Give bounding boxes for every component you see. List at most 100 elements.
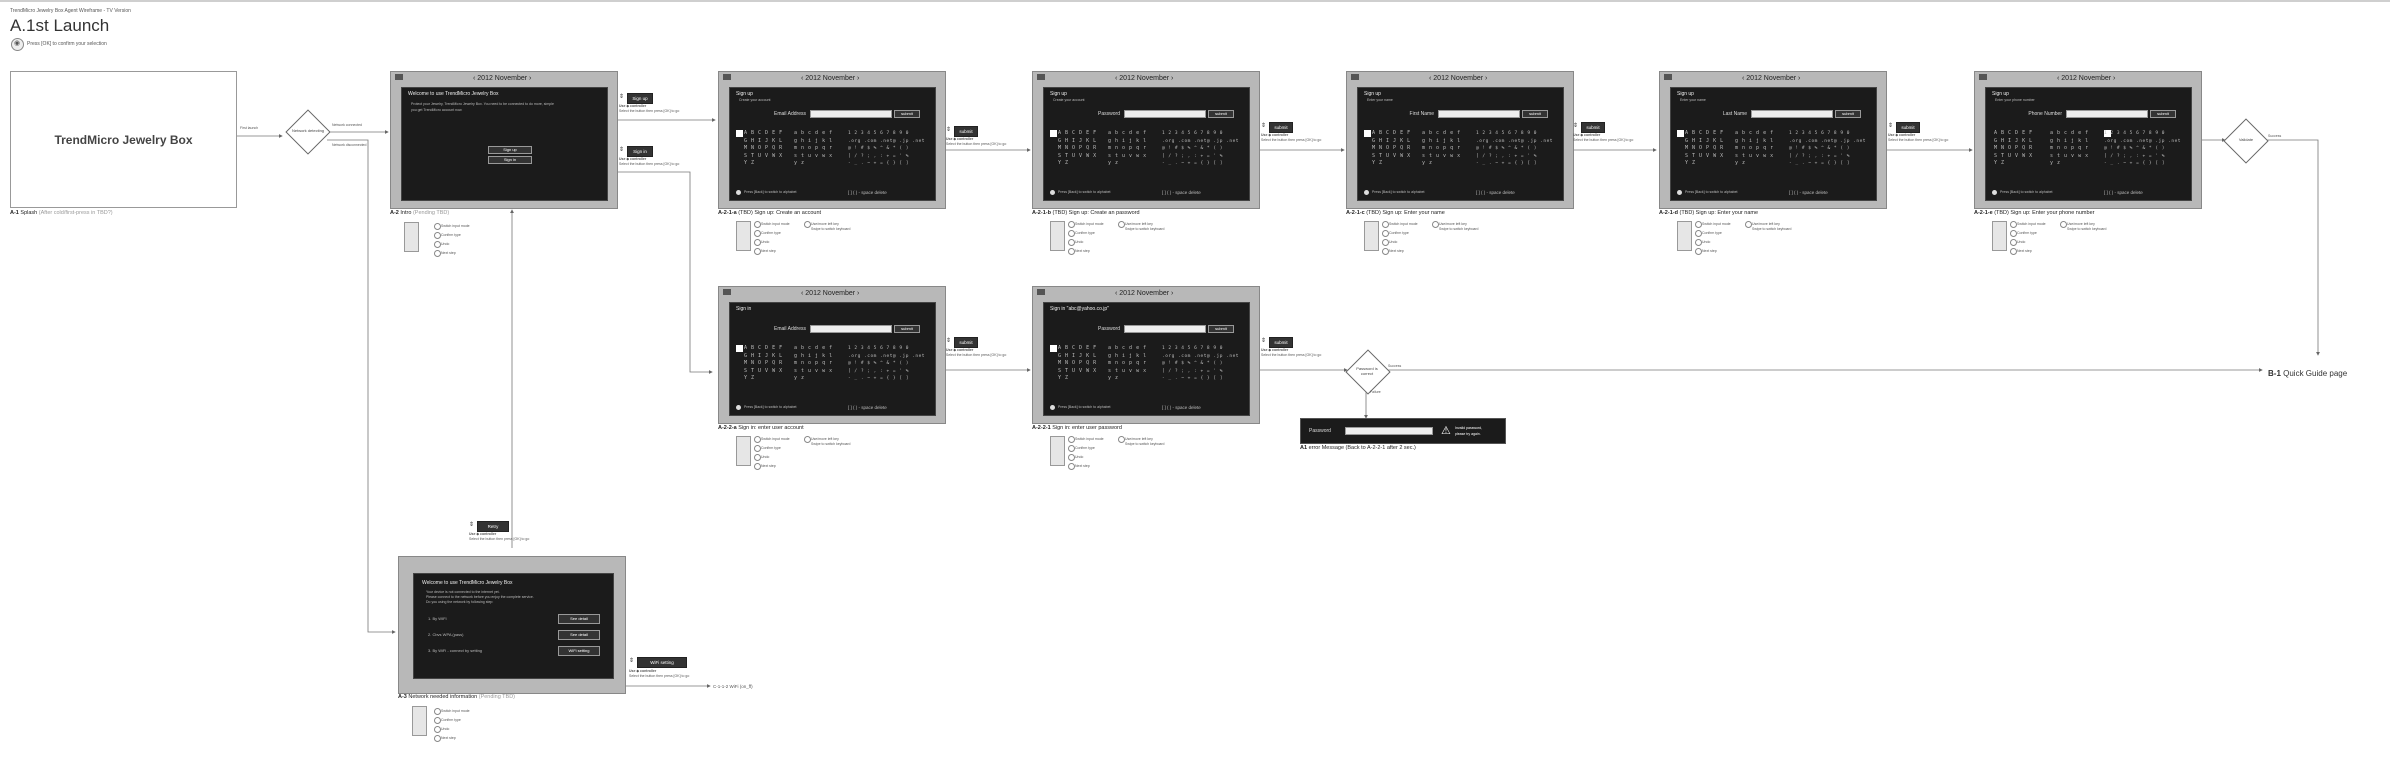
keyboard-footer[interactable]: [ ] ( ) - space delete (1162, 405, 1201, 410)
keyboard-numbers[interactable]: 1 2 3 4 5 6 7 8 9 0 .org .com .net@ .jp … (848, 130, 925, 168)
keyboard-caps[interactable]: A B C D E F G H I J K L M N O P Q R S T … (1372, 130, 1411, 168)
keyboard-switch-icon[interactable] (1050, 405, 1055, 410)
keyboard-caps[interactable]: A B C D E F G H I J K L M N O P Q R S T … (1058, 345, 1097, 383)
remote-key-icon (1118, 221, 1125, 228)
submit-action-button[interactable]: submit (1269, 337, 1293, 348)
submit-action-button[interactable]: submit (954, 337, 978, 348)
remote-control-icon (1364, 221, 1379, 251)
remote-key-icon (1695, 221, 1702, 228)
keyboard-switch-icon[interactable] (1677, 190, 1682, 195)
keyboard-numbers[interactable]: 1 2 3 4 5 6 7 8 9 0 .org .com .net@ .jp … (1162, 130, 1239, 168)
wifi-exit-link[interactable]: C-1-1-2 WiFi (on_ff) (713, 684, 753, 689)
nav-note: Select the button then press [OK] to go (619, 162, 680, 166)
keyboard-footer[interactable]: [ ] ( ) - space delete (1162, 190, 1201, 195)
quick-guide-link[interactable]: B-1 Quick Guide page (2268, 369, 2347, 378)
submit-action-button[interactable]: submit (954, 126, 978, 137)
keyboard-footer[interactable]: [ ] ( ) - space delete (2104, 190, 2143, 195)
firstname-submit-button[interactable]: submit (1522, 110, 1548, 118)
password-failure-label: Failure (1370, 390, 1381, 394)
email-subtitle: Create your account (739, 98, 771, 102)
remote-hint-b: Confirm type (441, 718, 461, 722)
intro-signup-button[interactable]: Sign up (488, 146, 532, 154)
signin-action-button[interactable]: Sign in (627, 146, 653, 157)
password-submit-button[interactable]: submit (1208, 110, 1234, 118)
lastname-submit-button[interactable]: submit (1835, 110, 1861, 118)
keyboard-caps[interactable]: A B C D E F G H I J K L M N O P Q R S T … (744, 130, 783, 168)
keyboard-switch-icon[interactable] (1992, 190, 1997, 195)
keyboard-caps[interactable]: A B C D E F G H I J K L M N O P Q R S T … (1058, 130, 1097, 168)
keyboard-lower[interactable]: a b c d e f g h i j k l m n o p q r s t … (794, 130, 833, 168)
signin_pw-submit-button[interactable]: submit (1208, 325, 1234, 333)
keyboard-selected-key[interactable] (1677, 130, 1684, 137)
network-wifi-button[interactable]: WiFi setting (558, 646, 600, 656)
signup-action-button[interactable]: Sign up (627, 93, 653, 104)
keyboard-selected-key[interactable] (1050, 130, 1057, 137)
remote-hint: Use/move left key (1125, 437, 1153, 441)
keyboard-caps[interactable]: A B C D E F G H I J K L M N O P Q R S T … (744, 345, 783, 383)
submit-action-button[interactable]: submit (1896, 122, 1920, 133)
submit-action-button[interactable]: submit (1269, 122, 1293, 133)
lastname-title: Sign up (1677, 91, 1694, 97)
intro-body1: Protect your Jewelry, TrendMicro Jewelry… (411, 102, 554, 106)
lastname-input[interactable] (1751, 110, 1833, 118)
signin_pw-tv-frame: ‹ 2012 November › Sign in "abc@yahoo.co.j… (1032, 286, 1260, 424)
email-input[interactable] (810, 110, 892, 118)
keyboard-footer[interactable]: [ ] ( ) - space delete (848, 405, 887, 410)
error-password-field[interactable] (1345, 427, 1433, 435)
keyboard-selected-key[interactable] (736, 345, 743, 352)
keyboard-lower[interactable]: a b c d e f g h i j k l m n o p q r s t … (2050, 130, 2089, 168)
remote-key-icon (1068, 436, 1075, 443)
firstname-input[interactable] (1438, 110, 1520, 118)
signin-screen: Sign in Email Address submit A B C D E F G … (729, 302, 936, 416)
remote-key-icon (2010, 239, 2017, 246)
keyboard-numbers[interactable]: 1 2 3 4 5 6 7 8 9 0 .org .com .net@ .jp … (1476, 130, 1553, 168)
date-header: ‹ 2012 November › (473, 75, 532, 82)
keyboard-switch-icon[interactable] (736, 190, 741, 195)
keyboard-selected-key[interactable] (736, 130, 743, 137)
keyboard-caps[interactable]: A B C D E F G H I J K L M N O P Q R S T … (1685, 130, 1724, 168)
network-detail-button-1[interactable]: See detail (558, 614, 600, 624)
keyboard-lower[interactable]: a b c d e f g h i j k l m n o p q r s t … (1108, 130, 1147, 168)
keyboard-switch-icon[interactable] (1050, 190, 1055, 195)
keyboard-selected-key[interactable] (1364, 130, 1371, 137)
keyboard-selected-key[interactable] (1050, 345, 1057, 352)
phone-submit-button[interactable]: submit (2150, 110, 2176, 118)
remote-hint: Use/move left key (1752, 222, 1780, 226)
keyboard-numbers[interactable]: 1 2 3 4 5 6 7 8 9 0 .org .com .net@ .jp … (2104, 130, 2181, 168)
remote-hint: Switch input mode (1389, 222, 1418, 226)
intro-signin-button[interactable]: Sign in (488, 156, 532, 164)
submit-action-button[interactable]: submit (1581, 122, 1605, 133)
keyboard-footer[interactable]: [ ] ( ) - space delete (848, 190, 887, 195)
splash-screen: TrendMicro Jewelry Box (10, 71, 237, 208)
warning-icon: ⚠ (1441, 425, 1451, 437)
remote-control-icon (736, 436, 751, 466)
wifi-setting-action-button[interactable]: WiFi setting (637, 657, 687, 668)
keyboard-lower[interactable]: a b c d e f g h i j k l m n o p q r s t … (1735, 130, 1774, 168)
phone-input[interactable] (2066, 110, 2148, 118)
keyboard-switch-icon[interactable] (736, 405, 741, 410)
keyboard-numbers[interactable]: 1 2 3 4 5 6 7 8 9 0 .org .com .net@ .jp … (1162, 345, 1239, 383)
network-row2: 2. Cbvs WPA (pass) (428, 632, 464, 637)
signin-submit-button[interactable]: submit (894, 325, 920, 333)
remote-hint: Undo (761, 455, 770, 459)
retry-button[interactable]: Retry (477, 521, 509, 532)
keyboard-lower[interactable]: a b c d e f g h i j k l m n o p q r s t … (1422, 130, 1461, 168)
network-detail-button-2[interactable]: See detail (558, 630, 600, 640)
signin_pw-input[interactable] (1124, 325, 1206, 333)
phone-title: Sign up (1992, 91, 2009, 97)
keyboard-lower[interactable]: a b c d e f g h i j k l m n o p q r s t … (794, 345, 833, 383)
keyboard-footer[interactable]: [ ] ( ) - space delete (1476, 190, 1515, 195)
signin-input[interactable] (810, 325, 892, 333)
keyboard-numbers[interactable]: 1 2 3 4 5 6 7 8 9 0 .org .com .net@ .jp … (848, 345, 925, 383)
keyboard-footer[interactable]: [ ] ( ) - space delete (1789, 190, 1828, 195)
keyboard-caps[interactable]: A B C D E F G H I J K L M N O P Q R S T … (1994, 130, 2033, 168)
keyboard-switch-icon[interactable] (1364, 190, 1369, 195)
use-controller-note: Use ◆ controller (1261, 348, 1289, 352)
keyboard-lower[interactable]: a b c d e f g h i j k l m n o p q r s t … (1108, 345, 1147, 383)
lastname-field-label: Last Name (1722, 111, 1747, 117)
date-header: ‹ 2012 November › (1429, 75, 1488, 82)
email-submit-button[interactable]: submit (894, 110, 920, 118)
remote-hint: Use/move left key (2067, 222, 2095, 226)
keyboard-numbers[interactable]: 1 2 3 4 5 6 7 8 9 0 .org .com .net@ .jp … (1789, 130, 1866, 168)
password-input[interactable] (1124, 110, 1206, 118)
